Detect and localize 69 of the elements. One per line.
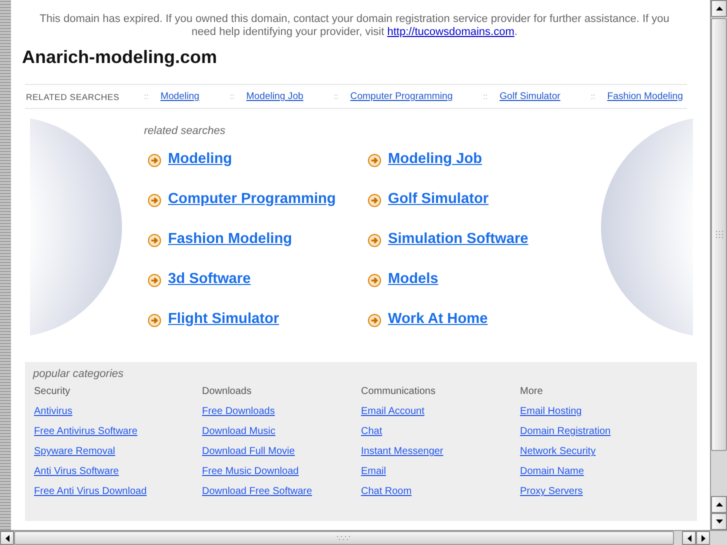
arrow-icon <box>368 234 381 247</box>
category-link[interactable]: Download Music <box>202 426 276 438</box>
search-link[interactable]: 3d Software <box>168 271 251 287</box>
category-link[interactable]: Email <box>361 466 386 478</box>
category-link[interactable]: Download Full Movie <box>202 446 295 458</box>
search-link[interactable]: Golf Simulator <box>388 191 489 207</box>
scroll-up-button[interactable] <box>711 496 727 513</box>
category-link[interactable]: Antivirus <box>34 406 72 418</box>
search-link[interactable]: Modeling <box>168 151 232 167</box>
related-search-link[interactable]: Golf Simulator <box>500 91 560 102</box>
arrow-icon <box>368 154 381 167</box>
category-title: Security <box>34 386 70 398</box>
related-search-link[interactable]: Computer Programming <box>350 91 453 102</box>
search-link[interactable]: Fashion Modeling <box>168 231 292 247</box>
separator: :: <box>144 92 148 101</box>
category-link[interactable]: Domain Registration <box>520 426 611 438</box>
separator: :: <box>590 92 596 101</box>
provider-link[interactable]: http://tucowsdomains.com <box>387 26 514 38</box>
category-link[interactable]: Spyware Removal <box>34 446 116 458</box>
search-link[interactable]: Models <box>388 271 438 287</box>
scroll-down-button[interactable] <box>711 513 727 530</box>
scroll-up-button[interactable] <box>711 0 727 17</box>
search-link[interactable]: Flight Simulator <box>168 311 280 327</box>
related-search-link[interactable]: Fashion Modeling <box>607 91 683 102</box>
separator: :: <box>334 92 338 101</box>
related-searches-label: RELATED SEARCHES <box>26 92 120 102</box>
arrow-icon <box>148 194 161 207</box>
related-search-link[interactable]: Modeling <box>160 91 200 102</box>
expired-notice: This domain has expired. If you owned this domain, contact your domain registration service provider for further assistance. If you need help identifying your provider, visit http://tucowsdomains.com. <box>38 13 670 39</box>
scroll-left-button[interactable] <box>0 531 14 545</box>
category-link[interactable]: Network Security <box>520 446 596 458</box>
category-link[interactable]: Free Downloads <box>202 406 275 418</box>
popular-categories-heading: popular categories <box>33 368 124 380</box>
scrollbar-thumb[interactable] <box>711 18 727 451</box>
arrow-icon <box>368 274 381 287</box>
arrow-icon <box>368 314 381 327</box>
category-link[interactable]: Chat Room <box>361 486 412 498</box>
arrow-icon <box>148 154 161 167</box>
category-link[interactable]: Anti Virus Software <box>34 466 119 478</box>
separator: :: <box>483 92 488 101</box>
category-link[interactable]: Free Anti Virus Download <box>34 486 147 498</box>
search-link[interactable]: Modeling Job <box>388 151 482 167</box>
category-link[interactable]: Proxy Servers <box>520 486 583 498</box>
category-title: Downloads <box>202 386 252 398</box>
category-title: Communications <box>361 386 436 398</box>
category-link[interactable]: Email Account <box>361 406 424 418</box>
search-link[interactable]: Work At Home <box>388 311 488 327</box>
category-link[interactable]: Download Free Software <box>202 486 312 498</box>
separator: :: <box>230 92 234 101</box>
category-link[interactable]: Instant Messenger <box>361 446 444 458</box>
scrollbar-thumb[interactable] <box>14 531 674 545</box>
arrow-icon <box>368 194 381 207</box>
category-link[interactable]: Chat <box>361 426 382 438</box>
category-link[interactable]: Free Antivirus Software <box>34 426 138 438</box>
related-searches-heading: related searches <box>144 125 226 137</box>
arrow-icon <box>148 274 161 287</box>
triangle-icon <box>714 4 724 13</box>
arrow-icon <box>148 234 161 247</box>
scroll-left-button[interactable] <box>682 531 696 545</box>
category-link[interactable]: Domain Name <box>520 466 584 478</box>
category-link[interactable]: Email Hosting <box>520 406 582 418</box>
search-link[interactable]: Simulation Software <box>388 231 528 247</box>
related-search-link[interactable]: Modeling Job <box>246 91 304 102</box>
category-title: More <box>520 386 543 398</box>
site-title: Anarich-modeling.com <box>22 47 218 68</box>
arrow-icon <box>148 314 161 327</box>
search-link[interactable]: Computer Programming <box>168 191 336 207</box>
scroll-right-button[interactable] <box>696 531 710 545</box>
category-link[interactable]: Free Music Download <box>202 466 299 478</box>
